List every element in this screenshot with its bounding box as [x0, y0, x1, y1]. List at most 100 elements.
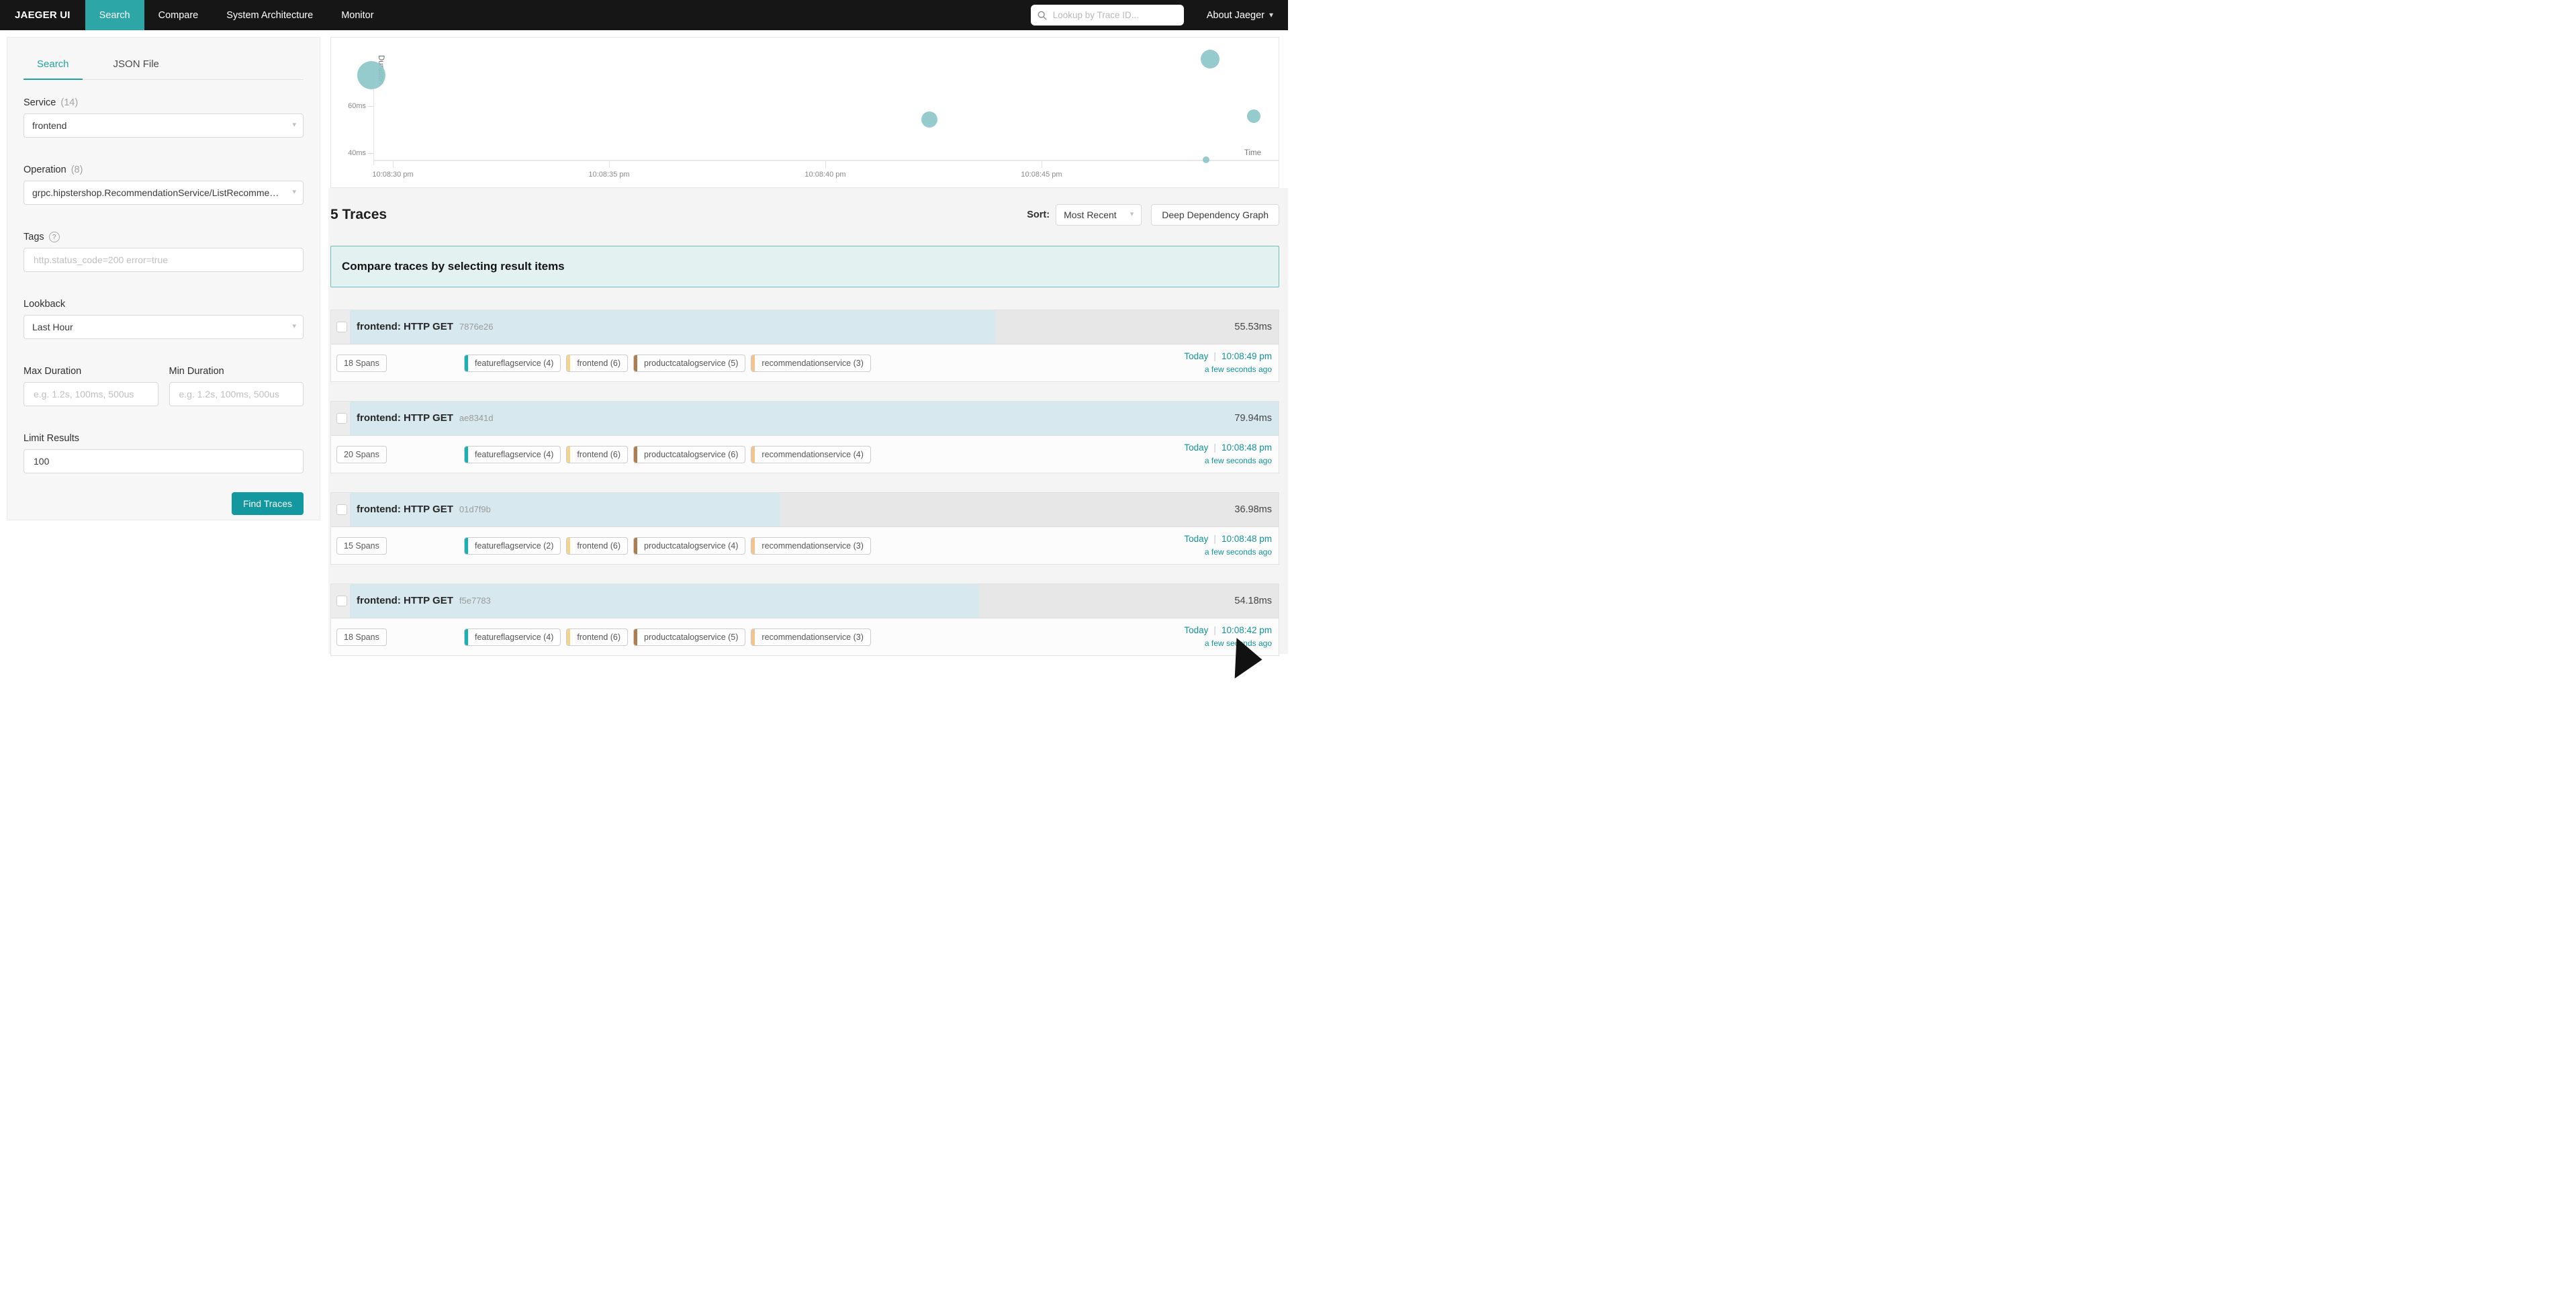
- trace-duration: 54.18ms: [1234, 584, 1272, 618]
- help-icon[interactable]: ?: [49, 232, 60, 242]
- tab-search[interactable]: Search: [24, 50, 83, 80]
- service-pill-label: productcatalogservice (6): [637, 450, 745, 459]
- timestamp-separator: |: [1213, 534, 1216, 544]
- service-pill: recommendationservice (4): [751, 446, 870, 463]
- trace-select-checkbox[interactable]: [336, 504, 347, 515]
- service-pill-label: productcatalogservice (4): [637, 541, 745, 551]
- about-jaeger-menu[interactable]: About Jaeger ▾: [1192, 0, 1288, 30]
- nav-item-compare[interactable]: Compare: [144, 0, 213, 30]
- timestamp-separator: |: [1213, 351, 1216, 361]
- lookback-label: Lookback: [24, 299, 304, 310]
- trace-title[interactable]: frontend: HTTP GETae8341d: [357, 402, 494, 435]
- trace-scatter-point[interactable]: [1201, 50, 1220, 68]
- trace-date[interactable]: Today: [1184, 442, 1208, 453]
- trace-select-checkbox[interactable]: [336, 413, 347, 424]
- nav-item-search[interactable]: Search: [85, 0, 144, 30]
- service-pill: productcatalogservice (6): [633, 446, 745, 463]
- trace-time[interactable]: 10:08:48 pm: [1222, 534, 1272, 544]
- service-pill-label: frontend (6): [570, 450, 627, 459]
- trace-timestamp: Today|10:08:49 pm a few seconds ago: [1184, 351, 1272, 374]
- trace-date[interactable]: Today: [1184, 625, 1208, 635]
- trace-scatter-point[interactable]: [921, 111, 937, 128]
- operation-select[interactable]: grpc.hipstershop.RecommendationService/L…: [24, 181, 304, 205]
- trace-result-card[interactable]: frontend: HTTP GET7876e26 55.53ms 18 Spa…: [330, 310, 1279, 382]
- trace-duration: 79.94ms: [1234, 402, 1272, 435]
- trace-result-card[interactable]: frontend: HTTP GETf5e7783 54.18ms 18 Spa…: [330, 583, 1279, 656]
- x-tick-mark: [825, 161, 826, 168]
- trace-duration: 55.53ms: [1234, 310, 1272, 344]
- trace-id: ae8341d: [459, 413, 494, 423]
- service-pill: featureflagservice (4): [464, 355, 561, 372]
- service-tag-pills: featureflagservice (4) frontend (6) prod…: [464, 446, 871, 463]
- timestamp-separator: |: [1213, 442, 1216, 453]
- service-pill-label: recommendationservice (3): [755, 541, 870, 551]
- limit-results-field: [24, 449, 304, 473]
- trace-time[interactable]: 10:08:48 pm: [1222, 442, 1272, 453]
- service-pill-label: recommendationservice (3): [755, 359, 870, 368]
- service-label: Service(14): [24, 97, 304, 108]
- limit-results-label: Limit Results: [24, 433, 304, 444]
- compare-banner: Compare traces by selecting result items: [330, 246, 1279, 287]
- tab-json-file[interactable]: JSON File: [100, 50, 173, 79]
- service-pill-label: recommendationservice (3): [755, 633, 870, 642]
- max-duration-field: [24, 382, 158, 406]
- limit-results-input[interactable]: [32, 455, 295, 467]
- trace-date[interactable]: Today: [1184, 351, 1208, 361]
- trace-service-operation: frontend: HTTP GET: [357, 321, 453, 332]
- service-tag-pills: featureflagservice (4) frontend (6) prod…: [464, 628, 871, 646]
- trace-card-header: frontend: HTTP GET01d7f9b 36.98ms: [331, 493, 1279, 526]
- trace-result-card[interactable]: frontend: HTTP GETae8341d 79.94ms 20 Spa…: [330, 401, 1279, 473]
- tags-input[interactable]: [32, 254, 295, 266]
- trace-scatter-point[interactable]: [357, 61, 385, 89]
- nav-spacer: [388, 0, 1023, 30]
- span-count-pill: 18 Spans: [336, 628, 387, 646]
- y-tick-mark: [368, 153, 374, 154]
- trace-service-operation: frontend: HTTP GET: [357, 504, 453, 515]
- nav-item-system-architecture[interactable]: System Architecture: [212, 0, 327, 30]
- sort-select[interactable]: Most Recent ▾: [1056, 204, 1142, 226]
- service-select[interactable]: frontend ▾: [24, 113, 304, 138]
- trace-scatter-point[interactable]: [1203, 156, 1209, 163]
- trace-time[interactable]: 10:08:49 pm: [1222, 351, 1272, 361]
- x-tick-mark: [393, 161, 394, 168]
- trace-scatter-point[interactable]: [1247, 109, 1260, 123]
- min-duration-input[interactable]: [178, 388, 295, 400]
- deep-dependency-graph-button[interactable]: Deep Dependency Graph: [1151, 204, 1279, 226]
- trace-id: f5e7783: [459, 596, 491, 606]
- trace-card-body: 18 Spans featureflagservice (4) frontend…: [331, 618, 1279, 655]
- trace-card-body: 18 Spans featureflagservice (4) frontend…: [331, 344, 1279, 381]
- trace-id: 01d7f9b: [459, 504, 491, 514]
- trace-card-body: 15 Spans featureflagservice (2) frontend…: [331, 526, 1279, 564]
- trace-select-checkbox[interactable]: [336, 322, 347, 332]
- trace-result-card[interactable]: frontend: HTTP GET01d7f9b 36.98ms 15 Spa…: [330, 492, 1279, 565]
- trace-title[interactable]: frontend: HTTP GET7876e26: [357, 310, 494, 344]
- service-pill-label: productcatalogservice (5): [637, 633, 745, 642]
- trace-age: a few seconds ago: [1184, 456, 1272, 465]
- chevron-down-icon: ▾: [1269, 11, 1273, 19]
- service-pill: recommendationservice (3): [751, 537, 870, 555]
- chevron-down-icon: ▾: [292, 122, 296, 129]
- chevron-down-icon: ▾: [292, 323, 296, 330]
- service-pill-label: frontend (6): [570, 633, 627, 642]
- trace-date[interactable]: Today: [1184, 534, 1208, 544]
- trace-time[interactable]: 10:08:42 pm: [1222, 625, 1272, 635]
- service-pill-label: featureflagservice (4): [468, 450, 560, 459]
- trace-title[interactable]: frontend: HTTP GETf5e7783: [357, 584, 491, 618]
- nav-item-monitor[interactable]: Monitor: [327, 0, 387, 30]
- results-section: 5 Traces Sort: Most Recent ▾ Deep Depend…: [328, 188, 1288, 654]
- about-jaeger-label: About Jaeger: [1207, 10, 1264, 21]
- nav-items: SearchCompareSystem ArchitectureMonitor: [85, 0, 388, 30]
- find-traces-button[interactable]: Find Traces: [232, 492, 304, 515]
- y-tick-mark: [368, 106, 374, 107]
- max-duration-input[interactable]: [32, 388, 150, 400]
- trace-lookup-input[interactable]: [1052, 9, 1177, 21]
- trace-select-checkbox[interactable]: [336, 596, 347, 606]
- trace-lookup-box[interactable]: [1031, 5, 1184, 26]
- x-tick-label: 10:08:30 pm: [356, 171, 430, 179]
- span-count-label: 15 Spans: [337, 541, 386, 551]
- sort-select-value: Most Recent: [1064, 209, 1117, 220]
- app-brand[interactable]: JAEGER UI: [0, 0, 85, 30]
- service-select-value: frontend: [32, 120, 77, 131]
- lookback-select[interactable]: Last Hour ▾: [24, 315, 304, 339]
- trace-title[interactable]: frontend: HTTP GET 01d7f9b: [357, 493, 491, 526]
